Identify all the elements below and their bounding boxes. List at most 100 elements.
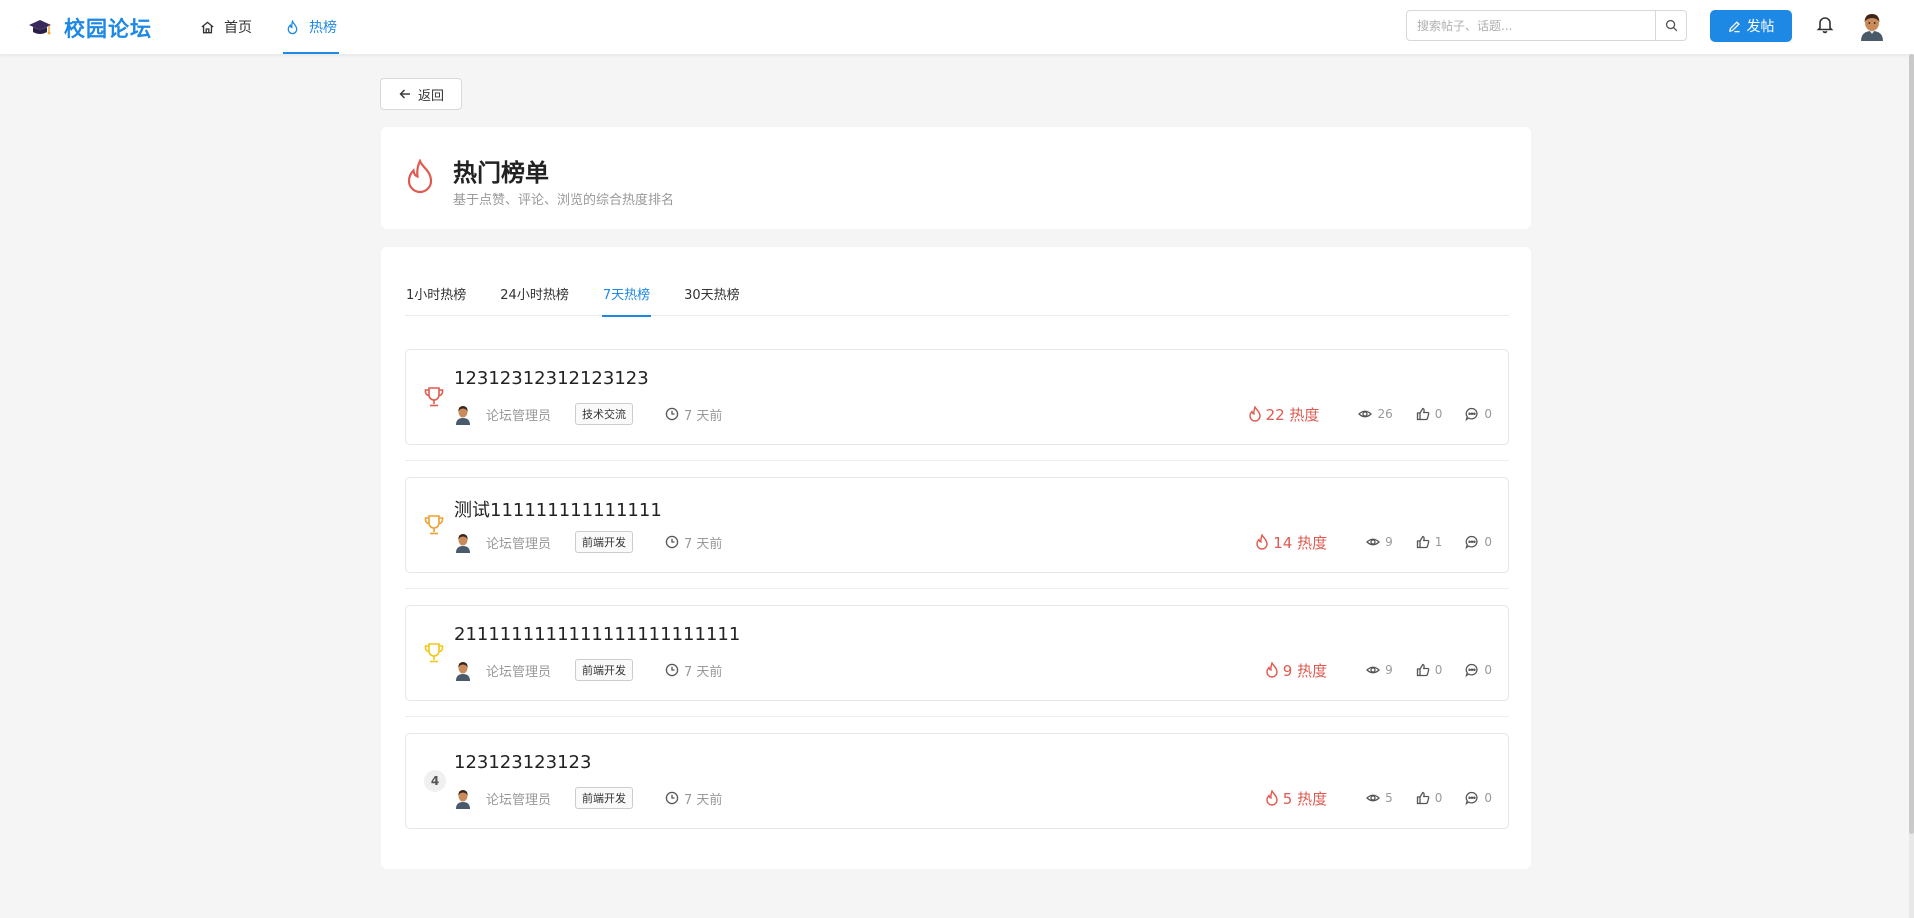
ranking-card: 1小时热榜 24小时热榜 7天热榜 30天热榜 1231231231212312… bbox=[381, 247, 1531, 869]
flame-icon bbox=[1266, 790, 1278, 806]
heat-score: 22 热度 bbox=[1248, 404, 1319, 425]
view-count-text: 9 bbox=[1385, 663, 1393, 677]
post-title[interactable]: 123123123123 bbox=[454, 752, 591, 773]
flame-icon bbox=[287, 19, 298, 34]
view-count: 26 bbox=[1358, 407, 1393, 421]
heat-text: 5 热度 bbox=[1282, 789, 1328, 808]
comment-count: 0 bbox=[1465, 407, 1492, 421]
like-count-text: 0 bbox=[1434, 791, 1443, 805]
new-post-button[interactable]: 发帖 bbox=[1710, 10, 1792, 42]
post-meta: 论坛管理员 前端开发 7 天前 bbox=[454, 786, 722, 810]
post-title[interactable]: 12312312312123123 bbox=[454, 368, 649, 389]
flame-icon bbox=[1256, 534, 1268, 550]
thumbs-up-icon bbox=[1416, 663, 1430, 677]
ranking-item[interactable]: 12312312312123123 论坛管理员 技术交流 7 天前 22 热度 bbox=[405, 349, 1509, 461]
author-name[interactable]: 论坛管理员 bbox=[486, 405, 551, 424]
eye-icon bbox=[1366, 794, 1381, 802]
comment-count: 0 bbox=[1465, 535, 1492, 549]
trophy-icon bbox=[424, 515, 444, 535]
post-time: 7 天前 bbox=[665, 533, 722, 552]
search-button[interactable] bbox=[1655, 11, 1686, 40]
bell-icon[interactable] bbox=[1815, 14, 1835, 34]
category-tag[interactable]: 前端开发 bbox=[575, 531, 634, 553]
search-input[interactable] bbox=[1407, 11, 1655, 40]
ranking-item[interactable]: 4 123123123123 论坛管理员 前端开发 7 天前 5 热度 5 0 … bbox=[405, 733, 1509, 829]
heat-score: 5 热度 bbox=[1265, 788, 1327, 809]
back-label: 返回 bbox=[417, 88, 444, 104]
tab-1-hour[interactable]: 1小时热榜 bbox=[405, 270, 467, 316]
eye-icon bbox=[1366, 666, 1381, 674]
post-stats: 22 热度 26 0 0 bbox=[1248, 402, 1492, 426]
clock-icon bbox=[665, 535, 679, 549]
post-title[interactable]: 测试111111111111111 bbox=[454, 496, 662, 522]
trophy-icon bbox=[424, 387, 444, 407]
nav-home[interactable]: 首页 bbox=[200, 0, 252, 54]
arrow-left-icon bbox=[399, 89, 410, 99]
user-avatar[interactable] bbox=[1858, 11, 1886, 41]
brand-name: 校园论坛 bbox=[64, 17, 152, 41]
category-tag[interactable]: 技术交流 bbox=[575, 403, 634, 425]
comment-icon bbox=[1465, 791, 1478, 805]
author-name[interactable]: 论坛管理员 bbox=[486, 533, 551, 552]
trophy-icon bbox=[424, 643, 444, 663]
brand-logo[interactable]: 校园论坛 bbox=[28, 13, 152, 43]
nav-hot[interactable]: 热榜 bbox=[283, 0, 339, 54]
comment-count-text: 0 bbox=[1484, 791, 1492, 805]
comment-icon bbox=[1465, 535, 1478, 549]
post-time: 7 天前 bbox=[665, 661, 722, 680]
post-meta: 论坛管理员 前端开发 7 天前 bbox=[454, 658, 722, 682]
heat-score: 14 热度 bbox=[1255, 532, 1327, 553]
back-button[interactable]: 返回 bbox=[380, 78, 462, 110]
author-avatar[interactable] bbox=[454, 403, 472, 425]
post-stats: 5 热度 5 0 0 bbox=[1265, 786, 1492, 810]
view-count: 9 bbox=[1366, 535, 1393, 549]
post-title[interactable]: 2111111111111111111111111 bbox=[454, 624, 740, 645]
time-text: 7 天前 bbox=[684, 408, 723, 424]
tab-30-days[interactable]: 30天热榜 bbox=[683, 270, 741, 316]
category-tag[interactable]: 前端开发 bbox=[575, 659, 634, 681]
page-subtitle: 基于点赞、评论、浏览的综合热度排名 bbox=[453, 193, 675, 208]
like-count-text: 1 bbox=[1434, 535, 1443, 549]
post-time: 7 天前 bbox=[665, 789, 722, 808]
graduation-cap-icon bbox=[29, 20, 51, 35]
thumbs-up-icon bbox=[1416, 407, 1430, 421]
comment-count: 0 bbox=[1465, 791, 1492, 805]
category-tag[interactable]: 前端开发 bbox=[575, 787, 634, 809]
post-meta: 论坛管理员 技术交流 7 天前 bbox=[454, 402, 722, 426]
view-count-text: 9 bbox=[1385, 535, 1393, 549]
nav-home-label: 首页 bbox=[224, 20, 252, 36]
post-meta: 论坛管理员 前端开发 7 天前 bbox=[454, 530, 722, 554]
comment-count: 0 bbox=[1465, 663, 1492, 677]
author-avatar[interactable] bbox=[454, 787, 472, 809]
author-avatar[interactable] bbox=[454, 659, 472, 681]
author-name[interactable]: 论坛管理员 bbox=[486, 661, 551, 680]
view-count: 5 bbox=[1366, 791, 1393, 805]
time-text: 7 天前 bbox=[684, 664, 723, 680]
comment-icon bbox=[1465, 407, 1478, 421]
heat-score: 9 热度 bbox=[1265, 660, 1327, 681]
ranking-item[interactable]: 测试111111111111111 论坛管理员 前端开发 7 天前 14 热度 bbox=[405, 477, 1509, 589]
comment-count-text: 0 bbox=[1484, 535, 1492, 549]
author-avatar[interactable] bbox=[454, 531, 472, 553]
like-count: 0 bbox=[1416, 663, 1442, 677]
tab-24-hours[interactable]: 24小时热榜 bbox=[499, 270, 570, 316]
main-nav: 首页 热榜 bbox=[200, 0, 370, 54]
like-count: 1 bbox=[1416, 535, 1443, 549]
page-scrollbar[interactable] bbox=[1909, 54, 1914, 918]
ranking-item[interactable]: 2111111111111111111111111 论坛管理员 前端开发 7 天… bbox=[405, 605, 1509, 717]
time-range-tabs: 1小时热榜 24小时热榜 7天热榜 30天热榜 bbox=[405, 270, 1509, 317]
thumbs-up-icon bbox=[1416, 535, 1430, 549]
comment-icon bbox=[1465, 663, 1478, 677]
edit-icon bbox=[1728, 20, 1740, 32]
view-count: 9 bbox=[1366, 663, 1393, 677]
post-stats: 9 热度 9 0 0 bbox=[1265, 658, 1492, 682]
tab-7-days[interactable]: 7天热榜 bbox=[601, 270, 652, 317]
like-count: 0 bbox=[1416, 407, 1442, 421]
comment-count-text: 0 bbox=[1484, 663, 1492, 677]
comment-count-text: 0 bbox=[1484, 407, 1492, 421]
post-time: 7 天前 bbox=[665, 405, 722, 424]
author-name[interactable]: 论坛管理员 bbox=[486, 789, 551, 808]
time-text: 7 天前 bbox=[684, 792, 723, 808]
rank-badge: 4 bbox=[424, 770, 446, 792]
nav-hot-label: 热榜 bbox=[309, 20, 337, 36]
